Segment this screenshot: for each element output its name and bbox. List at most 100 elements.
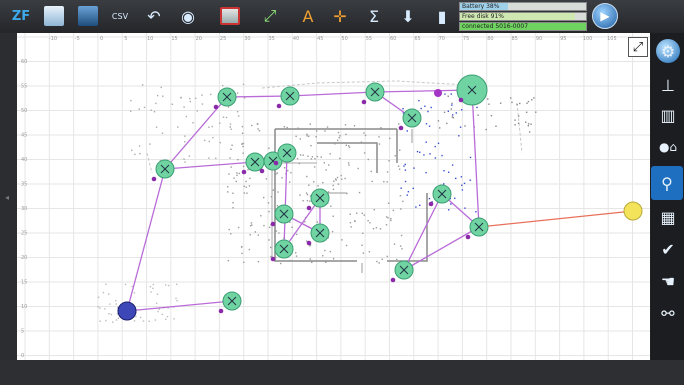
waypoint-node[interactable] [276, 86, 300, 109]
scan-point [192, 122, 194, 124]
waypoint-node[interactable] [428, 184, 452, 207]
scan-point [154, 319, 157, 321]
scan-point [161, 132, 164, 134]
scan-point [115, 300, 117, 302]
scan-point [363, 152, 366, 154]
waypoint-nodes[interactable] [117, 74, 643, 321]
scan-point [334, 178, 337, 180]
map-svg[interactable]: -10 -5 0 5 10 15 20 25 30 35 40 45 50 55 60 65 70 75 80 85 9… [17, 33, 650, 360]
top-toolbar: ZF CSV ↶ ◉ ⤢ A ✛ Σ ⬇ ▮ Battery 38% Free … [0, 0, 684, 34]
scan-point [143, 106, 146, 109]
scan-point [306, 199, 309, 202]
scan-point [444, 93, 446, 95]
scan-point [228, 173, 230, 175]
app-logo: ZF [11, 8, 31, 24]
x-tick-label: 15 [171, 36, 177, 42]
scan-point [362, 252, 365, 254]
waypoint-node[interactable] [270, 239, 294, 262]
scan-point [428, 197, 431, 200]
scan-point [283, 126, 286, 128]
x-tick-label: 105 [607, 36, 617, 42]
measure-button[interactable]: ⤢ [256, 2, 284, 30]
scan-point [330, 205, 332, 208]
waypoint-node[interactable] [213, 87, 237, 110]
sidebar-item-map-check[interactable]: ✔ [654, 235, 682, 263]
waypoint-node[interactable] [465, 217, 489, 240]
map-canvas[interactable]: -10 -5 0 5 10 15 20 25 30 35 40 45 50 55 60 65 70 75 80 85 9… [17, 33, 650, 360]
waypoint-node[interactable] [306, 188, 330, 211]
y-tick-label: 55 [21, 84, 27, 90]
scan-point [404, 163, 406, 166]
waypoint-node[interactable] [218, 291, 242, 314]
target-waypoint[interactable] [623, 201, 643, 221]
scan-point [108, 293, 110, 295]
scan-point [249, 177, 251, 180]
disk-label: Free disk 91% [462, 13, 504, 20]
scan-point [241, 252, 243, 255]
sidebar-item-tag[interactable]: ⊥ [654, 71, 682, 99]
scan-point [185, 115, 188, 118]
settings-circle-icon: ⚙ [660, 41, 676, 61]
x-tick-label: -5 [75, 36, 80, 42]
selected-waypoint[interactable] [117, 301, 137, 321]
scan-point [490, 114, 493, 117]
scan-point [398, 168, 401, 170]
play-button[interactable]: ▶ [592, 3, 618, 29]
scan-point [375, 227, 378, 229]
fit-view-button[interactable]: ⤢ [628, 37, 648, 57]
save-button[interactable] [74, 2, 102, 30]
scan-point [412, 187, 414, 190]
sidebar-item-network[interactable]: ⚯ [654, 299, 682, 327]
scan-point [499, 102, 502, 104]
collapse-arrow-icon[interactable]: ◂ [5, 193, 9, 202]
align-button[interactable]: A [294, 2, 322, 30]
scan-point [97, 296, 100, 299]
download-button[interactable]: ⬇ [394, 2, 422, 30]
scan-point [208, 140, 210, 143]
scan-point [495, 125, 497, 127]
scan-point [236, 110, 239, 113]
scan-point [349, 222, 352, 224]
scan-point [393, 243, 396, 245]
center-button[interactable]: ✛ [326, 2, 354, 30]
scan-point [130, 100, 132, 102]
sigma-button[interactable]: Σ [360, 2, 388, 30]
scan-point [227, 259, 230, 262]
scan-point [332, 258, 335, 260]
route-line [164, 161, 256, 170]
waypoint-node[interactable] [390, 260, 414, 283]
scan-point [402, 107, 404, 110]
scan-point [236, 172, 238, 174]
csv-select-button[interactable]: CSV [106, 2, 134, 30]
screen-button[interactable] [216, 2, 244, 30]
sidebar-item-ruler[interactable]: ▥ [654, 101, 682, 129]
globe-button[interactable]: ◉ [174, 2, 202, 30]
undo-button[interactable]: ↶ [140, 2, 168, 30]
robot-button[interactable]: ▮ [428, 2, 456, 30]
waypoint-handle [241, 169, 247, 175]
scan-point [345, 244, 348, 247]
screen-icon [220, 7, 240, 25]
scan-point [219, 141, 222, 144]
waypoint-node[interactable] [398, 108, 422, 131]
scan-point [155, 126, 158, 128]
scan-point [350, 226, 352, 228]
sidebar-item-home-point[interactable]: ●⌂ [654, 133, 682, 161]
scan-point [325, 169, 327, 171]
scan-point [451, 104, 453, 106]
scan-point [380, 127, 382, 129]
scan-point [176, 300, 178, 302]
scan-point [201, 94, 203, 96]
y-tick-label: 10 [21, 304, 27, 310]
scan-point [450, 203, 452, 205]
scan-point [511, 101, 513, 104]
sidebar-item-waypoint[interactable]: ⚲ [651, 166, 683, 200]
scan-point [281, 177, 283, 179]
sidebar-item-map-select[interactable]: ▦ [654, 203, 682, 231]
sidebar-item-settings[interactable]: ⚙ [656, 39, 680, 63]
scan-point [332, 188, 335, 191]
waypoint-node[interactable] [456, 74, 488, 106]
open-folder-button[interactable] [40, 2, 68, 30]
sidebar-item-map-hand[interactable]: ☚ [654, 267, 682, 295]
scan-point [333, 180, 335, 182]
